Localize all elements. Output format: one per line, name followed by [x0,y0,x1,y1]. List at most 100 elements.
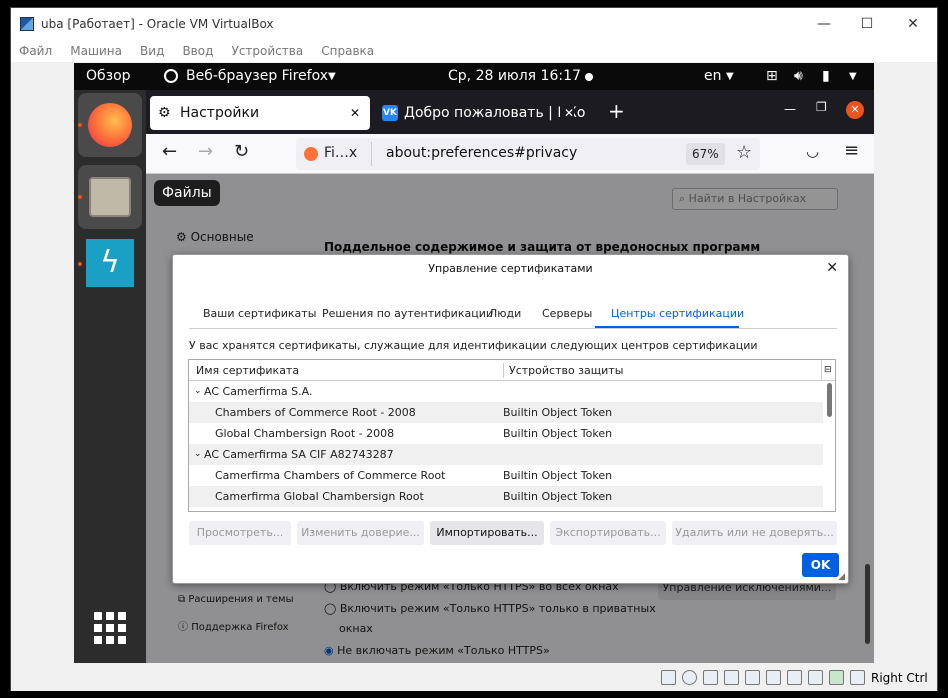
chevron-down-icon: ▼ [726,71,734,82]
tab-close-icon[interactable]: ✕ [559,96,574,130]
tab-close-icon[interactable]: ✕ [350,96,360,130]
running-indicator-icon [78,195,82,199]
cpu-icon[interactable] [829,670,844,685]
clock[interactable]: Ср, 28 июля 16:17 [448,68,581,84]
keyboard-capture-icon[interactable] [850,670,865,685]
host-key-label: Right Ctrl [871,671,928,685]
new-tab-icon[interactable]: + [608,99,625,123]
gear-icon: ⚙ [158,105,171,121]
url-text: about:preferences#privacy [386,145,578,161]
close-icon[interactable]: ✕ [826,260,838,276]
cert-device: Builtin Object Token [503,427,613,440]
bookmark-star-icon[interactable]: ☆ [736,142,752,163]
delete-distrust-button[interactable]: Удалить или не доверять... [672,521,837,545]
import-button[interactable]: Импортировать... [430,521,544,545]
tab-authorities[interactable]: Центры сертификации [611,307,744,320]
view-button[interactable]: Просмотреть... [189,521,291,545]
cert-name: Global Chambersign Root - 2008 [215,427,395,440]
system-menu-arrow-icon[interactable]: ▼ [849,71,857,82]
firefox-icon [88,103,132,147]
menu-input[interactable]: Ввод [182,40,213,62]
display-icon[interactable] [787,670,802,685]
close-icon[interactable]: ✕ [903,14,923,34]
audio-icon[interactable] [703,670,718,685]
menu-view[interactable]: Вид [140,40,164,62]
show-applications-icon[interactable] [94,612,126,644]
chevron-down-icon: ▼ [328,71,336,82]
minimize-icon[interactable]: — [784,102,796,116]
menu-file[interactable]: Файл [19,40,52,62]
running-indicator-icon [78,123,82,127]
lightning-app-icon: ϟ [86,239,134,287]
table-row[interactable]: Camerfirma Global Chambersign Root Built… [189,486,823,507]
optical-drive-icon[interactable] [682,670,697,685]
input-language[interactable]: en [704,68,722,84]
column-cert-name[interactable]: Имя сертификата [196,360,299,381]
tab-servers[interactable]: Серверы [542,307,592,320]
tab-settings[interactable]: ⚙ Настройки ✕ [150,96,370,130]
url-divider [371,142,372,166]
table-row[interactable]: Global Chambersign Root - 2008 Builtin O… [189,423,823,444]
chevron-down-icon[interactable]: ⌄ [194,444,202,465]
dialog-tabs: Ваши сертификаты Решения по аутентификац… [189,300,837,329]
hamburger-menu-icon[interactable]: ≡ [844,140,859,161]
shared-folders-icon[interactable] [766,670,781,685]
close-icon[interactable]: ✕ [846,101,864,119]
edit-trust-button[interactable]: Изменить доверие... [297,521,424,545]
volume-icon[interactable]: 🔊︎ [794,68,803,84]
ubuntu-dock: ϟ [74,90,146,663]
pocket-icon[interactable]: ◡ [806,142,819,160]
maximize-icon[interactable]: ☐ [857,14,877,34]
menu-help[interactable]: Справка [321,40,374,62]
dock-app[interactable]: ϟ [78,237,142,301]
tab-your-certs[interactable]: Ваши сертификаты [203,307,316,320]
tree-group-row[interactable]: ⌄ AC Camerfirma S.A. [189,381,823,402]
ok-button[interactable]: OK [802,553,839,577]
tab-people[interactable]: Люди [489,307,521,320]
menu-machine[interactable]: Машина [70,40,122,62]
recording-icon[interactable] [808,670,823,685]
activities-button[interactable]: Обзор [86,68,131,84]
url-bar[interactable]: Fi…x about:preferences#privacy 67% ☆ [296,138,760,170]
cert-name: AC Camerfirma S.A. [204,385,313,398]
certificate-tree[interactable]: Имя сертификата Устройство защиты ⊟ ⌄ AC… [188,359,836,512]
hard-disk-icon[interactable] [661,670,676,685]
menu-devices[interactable]: Устройства [232,40,304,62]
tree-group-row[interactable]: ⌄ AC Camerfirma SA CIF A82743287 [189,444,823,465]
tab-vk[interactable]: VK Добро пожаловать | ВКо ✕ [374,96,590,130]
certificate-manager-dialog: Управление сертификатами ✕ Ваши сертифик… [172,254,849,584]
usb-icon[interactable] [745,670,760,685]
dock-files[interactable] [78,165,142,229]
active-tab-indicator [595,326,739,328]
export-button[interactable]: Экспортировать... [550,521,666,545]
status-bar: Right Ctrl [11,665,937,691]
reload-icon[interactable]: ↻ [234,141,249,162]
app-menu[interactable]: Веб-браузер Firefox [186,68,328,84]
virtualbox-app-icon [20,17,34,31]
network-icon[interactable] [724,670,739,685]
cert-name: Camerfirma Chambers of Commerce Root [215,469,446,482]
minimize-icon[interactable]: — [814,14,834,34]
battery-icon[interactable]: ▮ [822,68,830,84]
back-icon[interactable]: ← [162,141,177,162]
forward-icon[interactable]: → [198,141,213,162]
window-title: uba [Работает] - Oracle VM VirtualBox [41,17,274,31]
tab-auth-decisions[interactable]: Решения по аутентификации [322,307,493,320]
chevron-down-icon[interactable]: ⌄ [194,381,202,402]
gnome-top-bar: Обзор Веб-браузер Firefox ▼ Ср, 28 июля … [74,63,874,90]
column-picker-icon[interactable]: ⊟ [824,360,832,381]
table-row[interactable]: Camerfirma Chambers of Commerce Root Bui… [189,465,823,486]
resize-grip-icon[interactable]: ◢ [838,572,845,582]
identity-label: Fi…x [324,145,358,161]
vk-icon: VK [382,105,398,121]
tree-scrollbar[interactable] [827,383,832,417]
dock-firefox[interactable] [78,93,142,157]
restore-icon[interactable]: ❐ [816,100,827,114]
column-security-device[interactable]: Устройство защиты [509,360,623,381]
zoom-indicator[interactable]: 67% [686,143,725,165]
menu-bar: Файл Машина Вид Ввод Устройства Справка [11,40,937,62]
column-divider [821,360,822,381]
dialog-title: Управление сертификатами [428,262,593,275]
table-row[interactable]: Chambers of Commerce Root - 2008 Builtin… [189,402,823,423]
network-wired-icon[interactable]: ⊞ [766,68,778,84]
